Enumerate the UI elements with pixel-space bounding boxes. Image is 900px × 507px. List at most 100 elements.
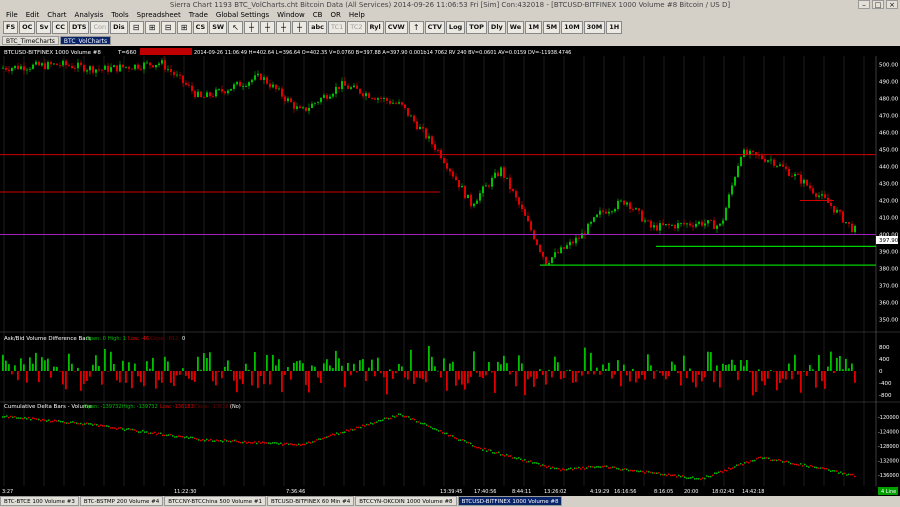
chart-window-tab[interactable]: BTCUSD-BITFINEX 60 Min #4 xyxy=(267,496,355,506)
cum-delta-dot xyxy=(702,477,704,479)
toolbar-button-cs[interactable]: CS xyxy=(192,21,209,34)
chartbook-tab[interactable]: BTC_TimeCharts xyxy=(2,36,59,45)
chart-header-stats: 2014-09-26 11:06:49 H=402.64 L=396.64 O=… xyxy=(194,50,571,56)
toolbar-button-sw[interactable]: SW xyxy=(209,21,228,34)
delta-bar xyxy=(827,366,829,371)
delta-bar xyxy=(263,371,265,385)
toolbar-tool-icon[interactable]: ↑ xyxy=(408,21,424,34)
candle-body xyxy=(449,168,451,172)
candle-body xyxy=(608,211,610,214)
cum-delta-dot xyxy=(462,439,464,441)
cum-delta-dot xyxy=(786,460,788,463)
cum-delta-dot xyxy=(384,417,386,420)
candle-body xyxy=(743,149,745,157)
toolbar-tool-icon[interactable]: ┼ xyxy=(276,21,292,34)
toolbar-button-abc[interactable]: abc xyxy=(308,21,327,34)
candle-body xyxy=(251,79,253,83)
toolbar-button-log[interactable]: Log xyxy=(445,21,466,34)
toolbar-button-tc1[interactable]: TC1 xyxy=(327,21,347,34)
cum-delta-dot xyxy=(664,473,666,476)
toolbar-button-tc2[interactable]: TC2 xyxy=(347,21,366,34)
window-controls: – □ × xyxy=(858,0,898,10)
toolbar-button-con[interactable]: Con xyxy=(90,21,110,34)
toolbar-tool-icon[interactable]: ⊞ xyxy=(144,21,160,34)
candle-body xyxy=(209,92,211,97)
cum-delta-dot xyxy=(136,430,138,433)
chartbook-tab[interactable]: BTC_VolCharts xyxy=(59,36,112,45)
toolbar-button-cc[interactable]: CC xyxy=(52,21,68,34)
price-chart-svg[interactable]: 500.00 490.00 480.00 470.00 460.00 450.00 440.… xyxy=(0,46,900,486)
menu-cb[interactable]: CB xyxy=(309,10,327,20)
maximize-icon[interactable]: □ xyxy=(872,0,884,9)
toolbar-button-oc[interactable]: OC xyxy=(19,21,36,34)
candle-body xyxy=(530,221,532,231)
menu-or[interactable]: OR xyxy=(326,10,344,20)
candle-body xyxy=(152,65,154,68)
cum-delta-dot xyxy=(760,456,762,459)
cum-delta-dot xyxy=(330,434,332,437)
close-icon[interactable]: × xyxy=(886,0,898,9)
toolbar-button-fs[interactable]: FS xyxy=(3,21,19,34)
toolbar-button-1m[interactable]: 1M xyxy=(525,21,543,34)
delta-bar xyxy=(653,371,655,379)
chart-area[interactable]: 500.00 490.00 480.00 470.00 460.00 450.00 440.… xyxy=(0,46,900,486)
toolbar-tool-icon[interactable]: ┼ xyxy=(260,21,276,34)
toolbar-tool-icon[interactable]: ┼ xyxy=(244,21,260,34)
toolbar-tool-icon[interactable]: ┼ xyxy=(292,21,308,34)
chartbook-tabs: BTC_TimeCharts BTC_VolCharts xyxy=(0,36,900,45)
candle-body xyxy=(452,171,454,177)
toolbar-button-dis[interactable]: Dis xyxy=(110,21,128,34)
toolbar-button-dts[interactable]: DTS xyxy=(68,21,90,34)
toolbar-tool-icon[interactable]: ⊞ xyxy=(176,21,192,34)
cum-delta-dot xyxy=(92,424,94,426)
menu-global-settings[interactable]: Global Settings xyxy=(212,10,273,20)
delta-bar xyxy=(764,371,766,386)
toolbar-button-cvw[interactable]: CVW xyxy=(384,21,408,34)
candle-body xyxy=(167,69,169,70)
cum-delta-dot xyxy=(452,435,454,437)
toolbar-button-top[interactable]: TOP xyxy=(466,21,487,34)
minimize-icon[interactable]: – xyxy=(858,0,870,9)
toolbar-button-we[interactable]: We xyxy=(506,21,525,34)
toolbar-button-30m[interactable]: 30M xyxy=(583,21,606,34)
menu-chart[interactable]: Chart xyxy=(43,10,70,20)
toolbar-button-ctv[interactable]: CTV xyxy=(424,21,445,34)
delta-bar xyxy=(716,365,718,371)
time-axis-label: 13:39:45 xyxy=(440,489,462,495)
chart-window-tab[interactable]: BTC-BSTMP 200 Volume #4 xyxy=(79,496,164,506)
menu-trade[interactable]: Trade xyxy=(185,10,212,20)
cum-delta-dot xyxy=(288,443,290,446)
candle-body xyxy=(44,63,46,69)
cum-delta-dot xyxy=(98,425,100,427)
cum-delta-dot xyxy=(758,456,760,459)
delta-bar xyxy=(560,371,562,380)
toolbar-tool-icon[interactable]: ⊟ xyxy=(160,21,176,34)
delta-bar xyxy=(419,371,421,379)
chart-window-tab[interactable]: BTCCNY-BTCChina 500 Volume #1 xyxy=(164,496,266,506)
menu-window[interactable]: Window xyxy=(273,10,309,20)
menu-tools[interactable]: Tools xyxy=(107,10,132,20)
menu-analysis[interactable]: Analysis xyxy=(71,10,108,20)
cum-delta-dot xyxy=(520,458,522,460)
toolbar-tool-icon[interactable]: ⊟ xyxy=(128,21,144,34)
menu-help[interactable]: Help xyxy=(345,10,369,20)
candle-body xyxy=(149,62,151,66)
delta-bar xyxy=(821,371,823,382)
toolbar-button-ryl[interactable]: Ryl xyxy=(366,21,384,34)
chart-window-tab[interactable]: BTCUSD-BITFINEX 1000 Volume #8 xyxy=(457,496,563,506)
candle-body xyxy=(266,77,268,84)
toolbar-tool-icon[interactable]: ↖ xyxy=(228,21,244,34)
delta-bar xyxy=(200,369,202,371)
chart-window-tab[interactable]: BTC-BTCE 100 Volume #3 xyxy=(0,496,79,506)
toolbar-button-5m[interactable]: 5M xyxy=(543,21,561,34)
menu-spreadsheet[interactable]: Spreadsheet xyxy=(133,10,185,20)
menu-edit[interactable]: Edit xyxy=(22,10,44,20)
toolbar-button-10m[interactable]: 10M xyxy=(561,21,583,34)
menu-file[interactable]: File xyxy=(2,10,22,20)
delta-bar xyxy=(401,366,403,371)
toolbar-button-dly[interactable]: Dly xyxy=(487,21,506,34)
chart-window-tab[interactable]: BTCCYN-OKCOIN 1000 Volume #8 xyxy=(355,496,457,506)
toolbar-button-sv[interactable]: Sv xyxy=(36,21,52,34)
candle-body xyxy=(377,98,379,100)
toolbar-button-1h[interactable]: 1H xyxy=(606,21,623,34)
